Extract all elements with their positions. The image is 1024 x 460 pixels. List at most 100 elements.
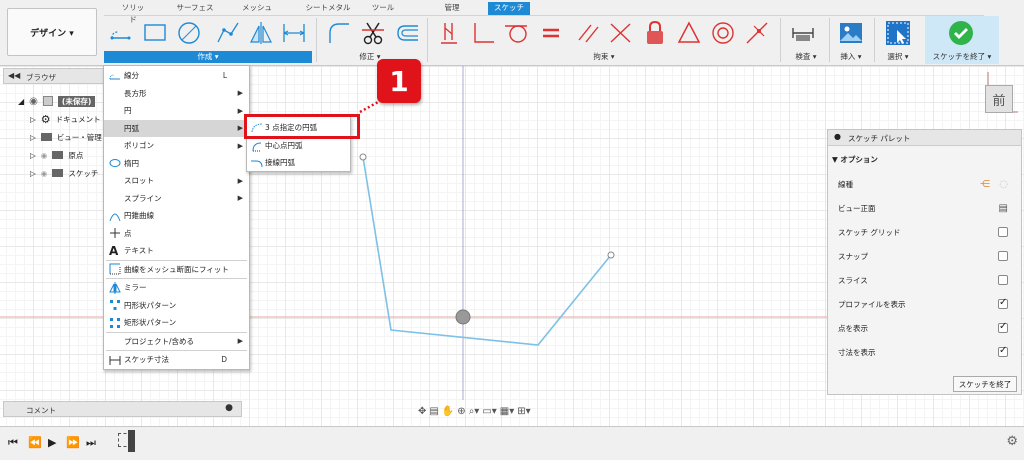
section-title: オプション: [840, 155, 878, 164]
expand-icon[interactable]: ▷: [30, 151, 36, 160]
construction-line-icon[interactable]: ⋲: [980, 179, 990, 190]
profile-checkbox[interactable]: [998, 297, 1008, 309]
three-point-arc-icon: [251, 123, 263, 132]
snap-checkbox[interactable]: [998, 251, 1008, 261]
folder-icon: [52, 151, 64, 159]
arc-submenu: 3 点指定の円弧 中心点円弧 接線円弧: [246, 116, 351, 172]
dimensions-checkbox[interactable]: [998, 345, 1008, 357]
submenu-arrow-icon: ▶: [237, 176, 243, 185]
points-checkbox[interactable]: [998, 321, 1008, 333]
menu-item-mirror[interactable]: ミラー: [104, 279, 249, 297]
browser-title: ブラウザ: [26, 73, 56, 82]
go-to-start-icon[interactable]: ⏮: [8, 436, 18, 450]
menu-item-sketch-dimension[interactable]: スケッチ寸法 D: [104, 351, 249, 369]
center-point-arc-icon: [252, 142, 262, 151]
step-forward-icon[interactable]: ⏩: [66, 436, 80, 449]
grid-settings-icon[interactable]: ▦▾: [500, 406, 514, 417]
play-icon[interactable]: ▶: [48, 436, 56, 449]
orbit-icon[interactable]: ✥: [418, 406, 426, 417]
view-cube[interactable]: 前: [985, 85, 1013, 113]
finish-sketch-palette-button[interactable]: スケッチを終了: [953, 376, 1017, 392]
palette-collapse-icon[interactable]: ●: [834, 132, 841, 141]
submenu-item-tangent-arc[interactable]: 接線円弧: [247, 154, 350, 171]
submenu-arrow-icon: ▶: [237, 89, 243, 98]
look-at-icon[interactable]: ▤: [429, 406, 438, 417]
palette-row-slice: スライス: [838, 270, 1008, 290]
palette-section[interactable]: ▼ オプション: [832, 154, 878, 165]
submenu-item-three-point-arc[interactable]: 3 点指定の円弧: [247, 119, 350, 136]
navigation-bar: ✥ ▤ ✋ ⊕ ⌕▾ ▭▾ ▦▾ ⊞▾: [418, 401, 611, 421]
tree-label: (未保存): [57, 95, 96, 107]
zoom-window-icon[interactable]: ⌕▾: [469, 406, 480, 417]
tree-row-views[interactable]: ▷ ビュー・管理: [30, 128, 102, 146]
menu-item-circle[interactable]: 円 ▶: [104, 102, 249, 120]
row-label: スナップ: [838, 251, 868, 261]
callout-leader: [359, 100, 379, 114]
tree-row-sketches[interactable]: ▷ ◉ スケッチ: [30, 164, 98, 182]
menu-item-arc[interactable]: 円弧 ▶: [104, 119, 249, 137]
viewports-icon[interactable]: ⊞▾: [517, 406, 530, 417]
menu-item-rectangular-pattern[interactable]: 矩形状パターン: [104, 314, 249, 332]
pan-icon[interactable]: ✋: [442, 406, 454, 417]
triangle-icon[interactable]: ◢: [18, 97, 24, 106]
menu-item-text[interactable]: A テキスト: [104, 242, 249, 260]
add-comment-icon[interactable]: ●: [225, 403, 233, 413]
display-settings-icon[interactable]: ▭▾: [482, 406, 496, 417]
step-back-icon[interactable]: ⏪: [28, 436, 42, 449]
expand-icon[interactable]: ▷: [30, 133, 36, 142]
tree-row-document[interactable]: ▷ ⚙ ドキュメント: [30, 110, 101, 128]
tree-label: ドキュメント: [55, 114, 101, 124]
expand-icon[interactable]: ▷: [30, 115, 36, 124]
eye-icon[interactable]: ◉: [29, 96, 38, 107]
expand-icon[interactable]: ▷: [30, 169, 36, 178]
collapse-icon[interactable]: ◀◀: [8, 71, 20, 80]
sketch-endpoint[interactable]: [359, 153, 367, 161]
component-icon: [42, 96, 53, 106]
palette-row-snap: スナップ: [838, 246, 1008, 266]
tree-row-root[interactable]: ◢ ◉ (未保存): [18, 92, 96, 110]
slice-checkbox[interactable]: [998, 275, 1008, 285]
menu-item-conic[interactable]: 円錐曲線: [104, 207, 249, 225]
row-label: スケッチ グリッド: [838, 227, 901, 237]
finish-button-label: スケッチを終了: [958, 379, 1012, 389]
view-cube-face: 前: [992, 93, 1006, 109]
palette-row-look-at: ビュー正面 ▤: [838, 198, 1008, 218]
menu-item-fit-curves[interactable]: 曲線をメッシュ断面にフィット: [104, 261, 249, 279]
tree-row-origin[interactable]: ▷ ◉ 原点: [30, 146, 83, 164]
comments-bar: コメント ●: [3, 401, 242, 417]
menu-item-ellipse[interactable]: 楕円: [104, 155, 249, 173]
row-label: 点を表示: [838, 323, 868, 333]
eye-icon[interactable]: ◉: [41, 151, 48, 160]
origin-point[interactable]: [455, 309, 471, 325]
centerline-icon[interactable]: ◌: [999, 179, 1008, 190]
eye-icon[interactable]: ◉: [41, 169, 48, 178]
zoom-icon[interactable]: ⊕: [457, 406, 465, 417]
go-to-end-icon[interactable]: ⏭: [86, 436, 96, 450]
menu-item-project-include[interactable]: プロジェクト/含める ▶: [104, 333, 249, 351]
submenu-item-center-arc[interactable]: 中心点円弧: [247, 137, 350, 154]
palette-header: ● スケッチ パレット: [828, 130, 1021, 146]
menu-item-slot[interactable]: スロット ▶: [104, 172, 249, 190]
menu-item-line[interactable]: 線分 L: [104, 67, 249, 85]
line-icon: [109, 74, 120, 80]
menu-item-spline[interactable]: スプライン ▶: [104, 190, 249, 208]
menu-item-circular-pattern[interactable]: 円形状パターン: [104, 297, 249, 315]
look-at-icon[interactable]: ▤: [999, 203, 1008, 214]
dimension-icon: [109, 355, 121, 365]
menu-item-polygon[interactable]: ポリゴン ▶: [104, 137, 249, 155]
timeline-marker-icon[interactable]: [128, 430, 135, 452]
palette-row-dimensions: 寸法を表示: [838, 342, 1008, 362]
settings-gear-icon[interactable]: ⚙: [1006, 434, 1018, 449]
gear-icon: ⚙: [40, 112, 51, 126]
tree-label: スケッチ: [68, 168, 99, 178]
sketch-endpoint[interactable]: [607, 251, 615, 259]
sketch-palette: ● スケッチ パレット ▼ オプション 線種 ⋲ ◌ ビュー正面 ▤ スケッチ …: [827, 129, 1022, 395]
mirror-icon: [109, 281, 121, 294]
text-icon: A: [109, 243, 119, 258]
grid-checkbox[interactable]: [998, 227, 1008, 237]
menu-item-point[interactable]: 点: [104, 225, 249, 243]
menu-item-rectangle[interactable]: 長方形 ▶: [104, 85, 249, 103]
row-label: 線種: [838, 179, 853, 189]
timeline-bar: ⏮ ⏪ ▶ ⏩ ⏭ ⚙: [0, 426, 1024, 460]
rectangular-pattern-icon: [110, 317, 120, 328]
